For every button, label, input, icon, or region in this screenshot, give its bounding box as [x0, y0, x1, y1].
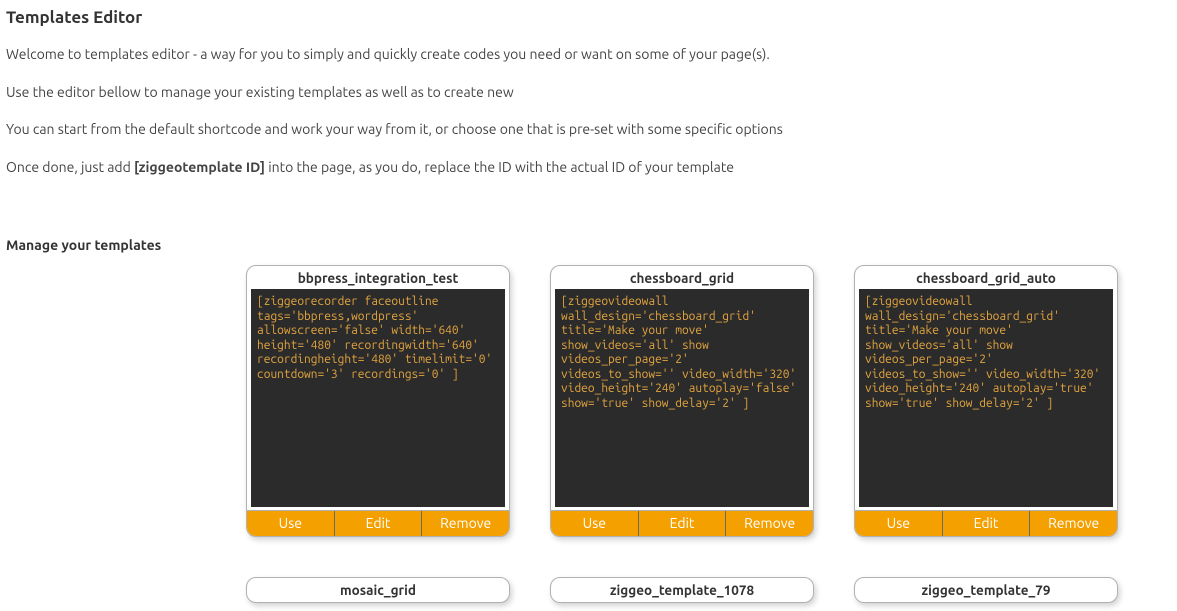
intro-paragraph-2: Use the editor bellow to manage your exi…: [6, 83, 1171, 103]
remove-button[interactable]: Remove: [1030, 511, 1117, 536]
template-card: chessboard_grid_auto [ziggeovideowall wa…: [854, 265, 1118, 537]
template-actions: Use Edit Remove: [855, 510, 1117, 536]
use-button[interactable]: Use: [855, 511, 943, 536]
template-name: chessboard_grid: [551, 266, 813, 289]
intro4-suffix: into the page, as you do, replace the ID…: [265, 159, 734, 175]
template-card: ziggeo_template_79 Use Edit Remove: [854, 577, 1118, 603]
template-shortcode: [ziggeotemplate ID]: [134, 159, 265, 175]
template-code: [ziggeovideowall wall_design='chessboard…: [555, 289, 809, 507]
template-name: mosaic_grid: [247, 578, 509, 602]
intro-paragraph-1: Welcome to templates editor - a way for …: [6, 45, 1171, 65]
template-name: ziggeo_template_79: [855, 578, 1117, 602]
template-card: chessboard_grid [ziggeovideowall wall_de…: [550, 265, 814, 537]
template-code: [ziggeorecorder faceoutline tags='bbpres…: [251, 289, 505, 507]
template-card: mosaic_grid Use Edit Remove: [246, 577, 510, 603]
edit-button[interactable]: Edit: [335, 511, 423, 536]
manage-templates-heading: Manage your templates: [6, 237, 1171, 253]
template-name: chessboard_grid_auto: [855, 266, 1117, 289]
edit-button[interactable]: Edit: [943, 511, 1031, 536]
edit-button[interactable]: Edit: [639, 511, 727, 536]
template-name: bbpress_integration_test: [247, 266, 509, 289]
remove-button[interactable]: Remove: [422, 511, 509, 536]
intro-paragraph-4: Once done, just add [ziggeotemplate ID] …: [6, 158, 1171, 178]
template-code: [ziggeovideowall wall_design='chessboard…: [859, 289, 1113, 507]
intro4-prefix: Once done, just add: [6, 159, 134, 175]
remove-button[interactable]: Remove: [726, 511, 813, 536]
template-actions: Use Edit Remove: [247, 510, 509, 536]
intro-paragraph-3: You can start from the default shortcode…: [6, 120, 1171, 140]
use-button[interactable]: Use: [247, 511, 335, 536]
use-button[interactable]: Use: [551, 511, 639, 536]
templates-grid: bbpress_integration_test [ziggeorecorder…: [246, 265, 1171, 603]
template-card: bbpress_integration_test [ziggeorecorder…: [246, 265, 510, 537]
template-name: ziggeo_template_1078: [551, 578, 813, 602]
template-actions: Use Edit Remove: [551, 510, 813, 536]
page-title: Templates Editor: [6, 8, 1171, 27]
template-card: ziggeo_template_1078 Use Edit Remove: [550, 577, 814, 603]
